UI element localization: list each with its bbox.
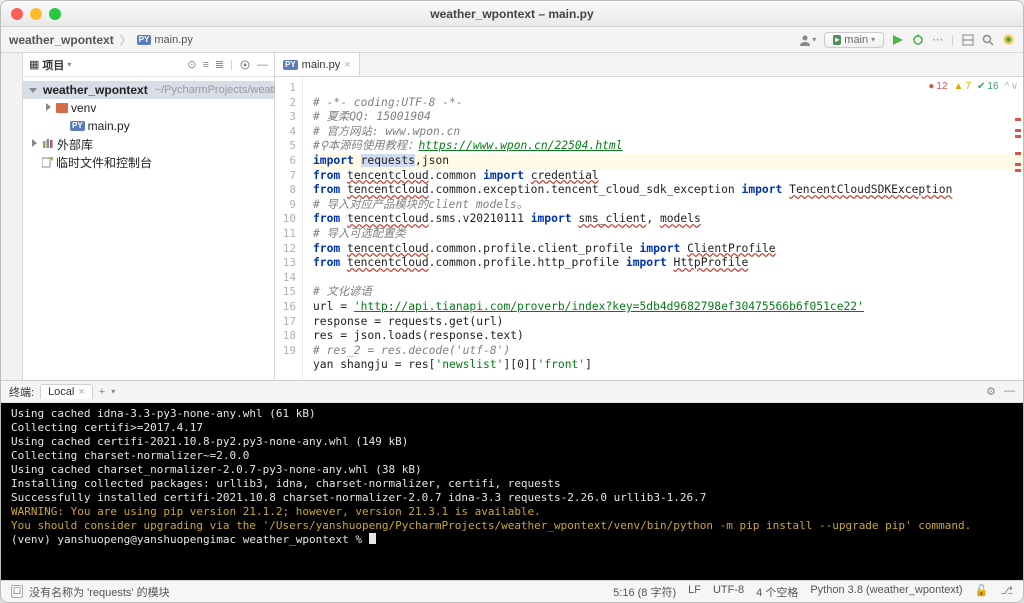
titlebar: weather_wpontext – main.py	[1, 1, 1023, 27]
code-editor[interactable]: # -*- coding:UTF-8 -*- # 夏柔QQ: 15001904 …	[303, 77, 1023, 380]
search-icon[interactable]	[982, 34, 994, 46]
left-toolstrip	[1, 53, 23, 380]
status-caret-pos[interactable]: 5:16 (8 字符)	[613, 584, 676, 600]
terminal-gear-icon[interactable]: ⚙	[986, 385, 996, 398]
inspection-badges[interactable]: ●12 ▲7 ✔16 ^ v	[928, 81, 1017, 92]
tree-main-py[interactable]: PYmain.py	[23, 117, 274, 135]
project-sidebar: ▦项目▾ ⊙ ≡ ≣ | — weather_wpontext~/Pycharm…	[23, 53, 275, 380]
terminal-label: 终端:	[9, 384, 34, 400]
sidebar-title: 项目	[42, 57, 64, 73]
error-badge[interactable]: ●12	[928, 81, 947, 92]
tree-project-root[interactable]: weather_wpontext~/PycharmProjects/weathe…	[23, 81, 274, 99]
status-bar: ☐ 没有名称为 'requests' 的模块 5:16 (8 字符) LF UTF…	[1, 580, 1023, 602]
select-opened-file-icon[interactable]: ⊙	[187, 58, 196, 71]
error-stripe[interactable]	[1011, 95, 1023, 380]
terminal-tab[interactable]: Local×	[40, 384, 93, 399]
status-interpreter[interactable]: Python 3.8 (weather_wpontext)	[810, 584, 962, 600]
status-message: 没有名称为 'requests' 的模块	[29, 584, 170, 600]
close-tab-icon[interactable]: ×	[344, 59, 350, 71]
status-branch-icon[interactable]: ⎇	[1000, 584, 1013, 600]
run-icon[interactable]	[892, 34, 904, 46]
collapse-all-icon[interactable]: ≣	[215, 58, 224, 71]
debug-icon[interactable]	[912, 34, 924, 46]
project-view-icon: ▦	[29, 58, 39, 71]
status-todo-icon[interactable]: ☐	[11, 585, 23, 598]
tree-external-libraries[interactable]: 外部库	[23, 135, 274, 153]
terminal-cursor	[369, 533, 376, 544]
status-encoding[interactable]: UTF-8	[713, 584, 744, 600]
tree-venv[interactable]: venv	[23, 99, 274, 117]
run-config-button[interactable]: ▸main▾	[824, 32, 884, 48]
breadcrumb-file[interactable]: PYmain.py	[137, 34, 193, 46]
warning-badge[interactable]: ▲7	[954, 81, 971, 92]
divider: |	[951, 34, 954, 46]
git-icon[interactable]	[962, 34, 974, 46]
terminal-add-icon[interactable]: +	[99, 386, 105, 398]
navigation-bar: weather_wpontext 〉 PYmain.py ▾ ▸main▾ ⋯ …	[1, 27, 1023, 53]
library-icon	[42, 139, 54, 149]
ide-icon[interactable]	[1002, 33, 1015, 46]
status-indent[interactable]: 4 个空格	[756, 584, 798, 600]
breadcrumb-project[interactable]: weather_wpontext	[9, 33, 114, 47]
status-lock-icon[interactable]: 🔓	[975, 584, 989, 600]
editor-tab-main[interactable]: PYmain.py×	[275, 53, 360, 76]
expand-all-icon[interactable]: ≡	[203, 59, 209, 71]
terminal-hide-icon[interactable]: —	[1004, 385, 1015, 398]
user-icon[interactable]: ▾	[798, 33, 816, 47]
divider: |	[230, 59, 233, 71]
line-gutter: 12345678910111213141516171819	[275, 77, 303, 380]
terminal-output[interactable]: Using cached idna-3.3-py3-none-any.whl (…	[1, 403, 1023, 580]
terminal-dropdown-icon[interactable]: ▾	[111, 387, 115, 396]
gear-icon[interactable]	[239, 59, 251, 71]
more-run-icon[interactable]: ⋯	[932, 33, 943, 46]
status-line-sep[interactable]: LF	[688, 584, 701, 600]
tree-scratches[interactable]: 临时文件和控制台	[23, 153, 274, 171]
hide-icon[interactable]: —	[257, 59, 268, 71]
terminal-panel: 终端: Local× + ▾ ⚙ — Using cached idna-3.3…	[1, 380, 1023, 580]
weak-warning-badge[interactable]: ✔16	[977, 81, 999, 92]
scratch-icon	[42, 157, 53, 168]
window-title: weather_wpontext – main.py	[1, 7, 1023, 21]
